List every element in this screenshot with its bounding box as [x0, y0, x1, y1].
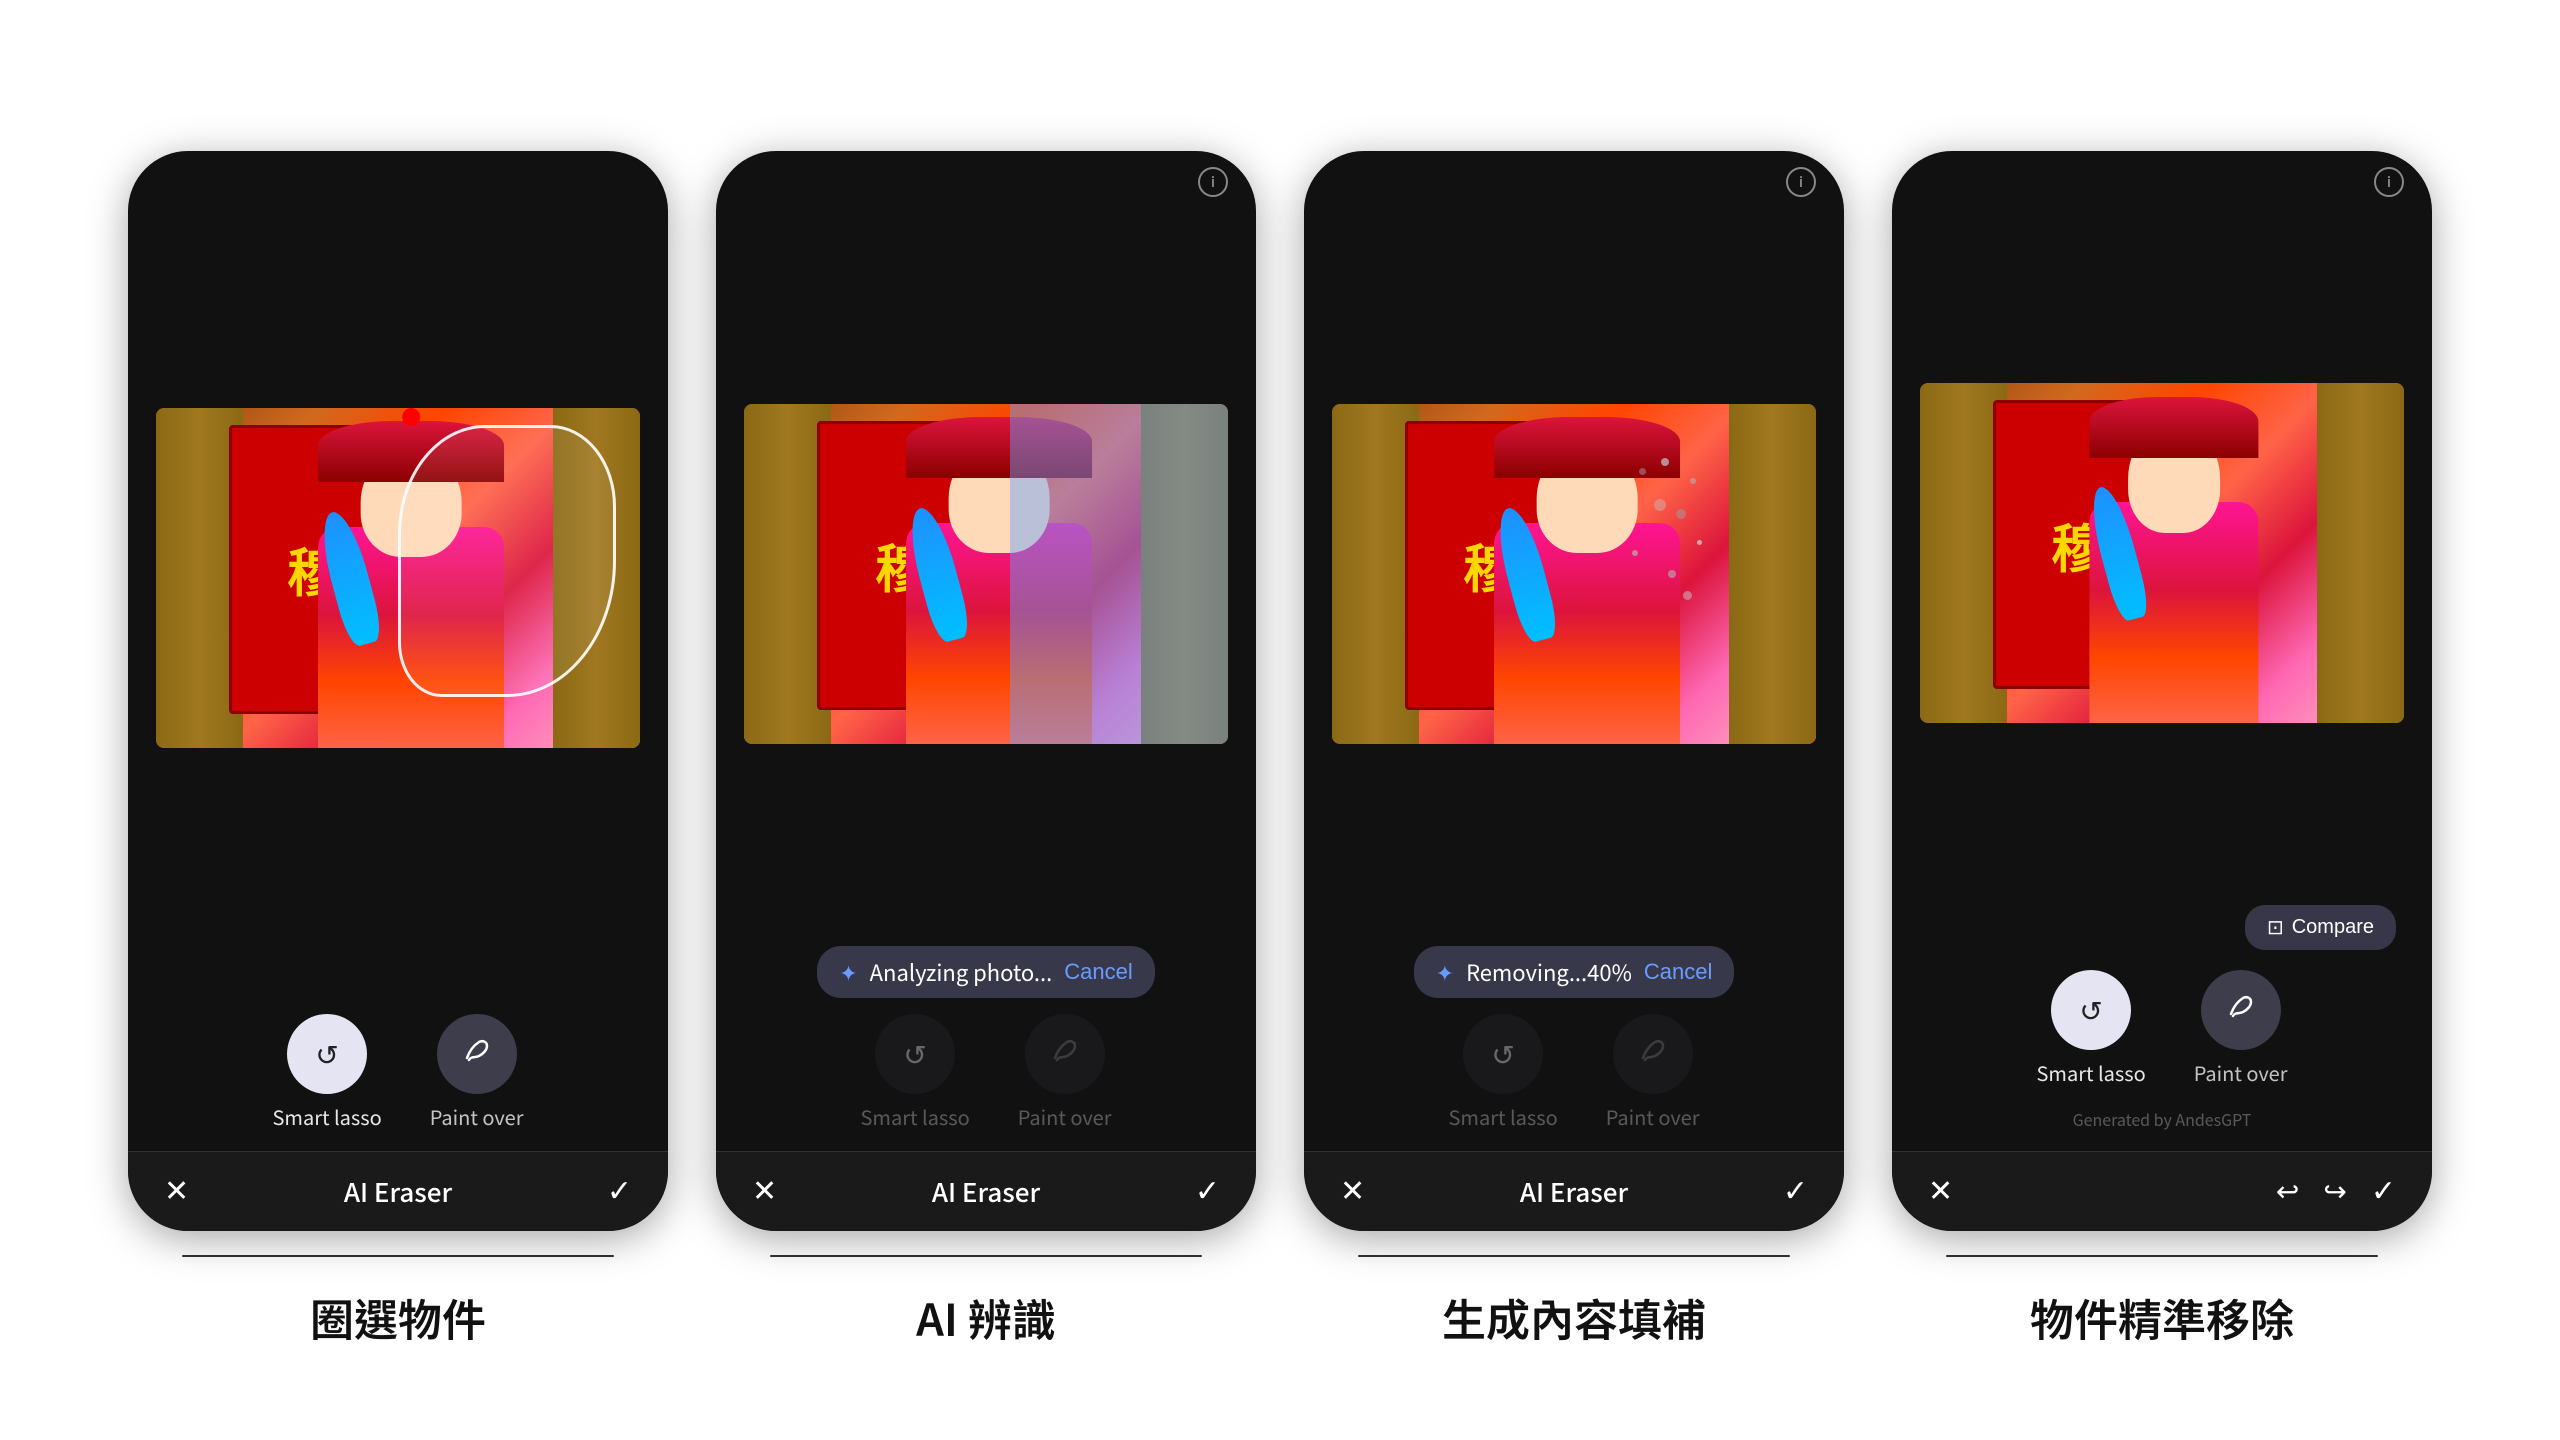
- nav-check-btn-3[interactable]: ✓: [1783, 1174, 1808, 1209]
- phones-row: 穆: [48, 91, 2512, 1349]
- paint-over-label-1: Paint over: [430, 1102, 524, 1131]
- cancel-btn-2[interactable]: Cancel: [1064, 959, 1132, 985]
- photo-area-1: 穆: [128, 201, 668, 954]
- phone-separator-4: [1946, 1255, 2378, 1257]
- paint-over-label-2: Paint over: [1018, 1102, 1112, 1131]
- nav-close-btn-2[interactable]: ✕: [752, 1174, 777, 1209]
- status-bar-2: i: [716, 151, 1256, 201]
- bottom-area-1: ↺ Smart lasso: [128, 954, 668, 1151]
- paint-over-icon-4: [2225, 990, 2257, 1031]
- nav-close-btn-1[interactable]: ✕: [164, 1174, 189, 1209]
- smart-lasso-tool-3: ↺ Smart lasso: [1449, 1014, 1558, 1131]
- info-icon-3: i: [1786, 167, 1816, 197]
- phone-1: 穆: [128, 151, 668, 1231]
- status-bar-3: i: [1304, 151, 1844, 201]
- nav-check-btn-1[interactable]: ✓: [607, 1174, 632, 1209]
- info-icon-2: i: [1198, 167, 1228, 197]
- photo-area-2: 穆: [716, 201, 1256, 946]
- bottom-nav-1: ✕ AI Eraser ✓: [128, 1151, 668, 1231]
- photo-container-3: 穆: [1332, 404, 1816, 744]
- info-icon-4: i: [2374, 167, 2404, 197]
- smart-lasso-icon-4: ↺: [2079, 990, 2102, 1030]
- paint-over-tool-3: Paint over: [1606, 1014, 1700, 1131]
- progress-text-3: Removing...40%: [1466, 956, 1632, 988]
- phone-2: i 穆: [716, 151, 1256, 1231]
- photo-container-2: 穆: [744, 404, 1228, 744]
- phone-col-4: i 穆: [1892, 151, 2432, 1349]
- photo-area-3: 穆: [1304, 201, 1844, 946]
- status-bar-4: i: [1892, 151, 2432, 201]
- caption-2: AI 辨識: [916, 1285, 1056, 1349]
- cancel-btn-3[interactable]: Cancel: [1644, 959, 1712, 985]
- compare-btn-4[interactable]: ⊡ Compare: [2245, 905, 2396, 950]
- bottom-nav-2: ✕ AI Eraser ✓: [716, 1151, 1256, 1231]
- phone-col-3: i 穆: [1304, 151, 1844, 1349]
- bottom-nav-4: ✕ ↩ ↪ ✓: [1892, 1151, 2432, 1231]
- phone-col-2: i 穆: [716, 151, 1256, 1349]
- caption-4: 物件精準移除: [2030, 1285, 2294, 1349]
- nav-close-btn-4[interactable]: ✕: [1928, 1174, 1953, 1209]
- phone-4: i 穆: [1892, 151, 2432, 1231]
- smart-lasso-icon-2: ↺: [903, 1034, 926, 1074]
- progress-pill-3: ✦ Removing...40% Cancel: [1414, 946, 1735, 998]
- bottom-nav-3: ✕ AI Eraser ✓: [1304, 1151, 1844, 1231]
- smart-lasso-icon-1: ↺: [315, 1034, 338, 1074]
- dissolve-effect-3: [1574, 438, 1719, 642]
- caption-1: 圈選物件: [310, 1285, 486, 1349]
- paint-over-tool-2: Paint over: [1018, 1014, 1112, 1131]
- photo-container-1: 穆: [156, 408, 640, 748]
- bottom-area-2: ✦ Analyzing photo... Cancel ↺ Smart lass…: [716, 946, 1256, 1151]
- paint-over-icon-3: [1637, 1034, 1669, 1075]
- smart-lasso-label-4: Smart lasso: [2037, 1058, 2146, 1087]
- smart-lasso-tool-2: ↺ Smart lasso: [861, 1014, 970, 1131]
- paint-over-label-3: Paint over: [1606, 1102, 1700, 1131]
- phone-separator-3: [1358, 1255, 1790, 1257]
- nav-check-btn-4[interactable]: ✓: [2371, 1174, 2396, 1209]
- nav-title-1: AI Eraser: [344, 1173, 452, 1210]
- compare-icon-4: ⊡: [2267, 915, 2284, 940]
- sparkle-icon-2: ✦: [839, 956, 857, 988]
- nav-redo-btn-4[interactable]: ↪: [2323, 1175, 2346, 1208]
- generated-by-4: Generated by AndesGPT: [2073, 1107, 2252, 1131]
- blue-overlay-2: [1010, 404, 1228, 744]
- smart-lasso-tool-4[interactable]: ↺ Smart lasso: [2037, 970, 2146, 1087]
- lasso-selection-1: [398, 425, 616, 697]
- phone-separator-1: [182, 1255, 614, 1257]
- status-bar-1: [128, 151, 668, 201]
- paint-over-label-4: Paint over: [2194, 1058, 2288, 1087]
- nav-undo-btn-4[interactable]: ↩: [2276, 1175, 2299, 1208]
- phone-separator-2: [770, 1255, 1202, 1257]
- nav-title-2: AI Eraser: [932, 1173, 1040, 1210]
- paint-over-tool-1[interactable]: Paint over: [430, 1014, 524, 1131]
- photo-container-4: 穆: [1920, 383, 2404, 723]
- paint-over-icon-2: [1049, 1034, 1081, 1075]
- smart-lasso-tool-1[interactable]: ↺ Smart lasso: [273, 1014, 382, 1131]
- nav-title-3: AI Eraser: [1520, 1173, 1628, 1210]
- smart-lasso-label-1: Smart lasso: [273, 1102, 382, 1131]
- paint-over-tool-4[interactable]: Paint over: [2194, 970, 2288, 1087]
- caption-3: 生成內容填補: [1442, 1285, 1706, 1349]
- phone-3: i 穆: [1304, 151, 1844, 1231]
- progress-text-2: Analyzing photo...: [870, 956, 1053, 988]
- smart-lasso-label-3: Smart lasso: [1449, 1102, 1558, 1131]
- photo-area-4: 穆: [1892, 201, 2432, 905]
- nav-close-btn-3[interactable]: ✕: [1340, 1174, 1365, 1209]
- compare-label-4: Compare: [2292, 916, 2374, 939]
- sparkle-icon-3: ✦: [1436, 956, 1454, 988]
- progress-pill-2: ✦ Analyzing photo... Cancel: [817, 946, 1155, 998]
- bottom-area-3: ✦ Removing...40% Cancel ↺ Smart lasso: [1304, 946, 1844, 1151]
- nav-check-btn-2[interactable]: ✓: [1195, 1174, 1220, 1209]
- paint-over-icon-1: [461, 1034, 493, 1075]
- smart-lasso-label-2: Smart lasso: [861, 1102, 970, 1131]
- bottom-area-4: ⊡ Compare ↺ Smart lasso: [1892, 905, 2432, 1151]
- phone-col-1: 穆: [128, 151, 668, 1349]
- smart-lasso-icon-3: ↺: [1491, 1034, 1514, 1074]
